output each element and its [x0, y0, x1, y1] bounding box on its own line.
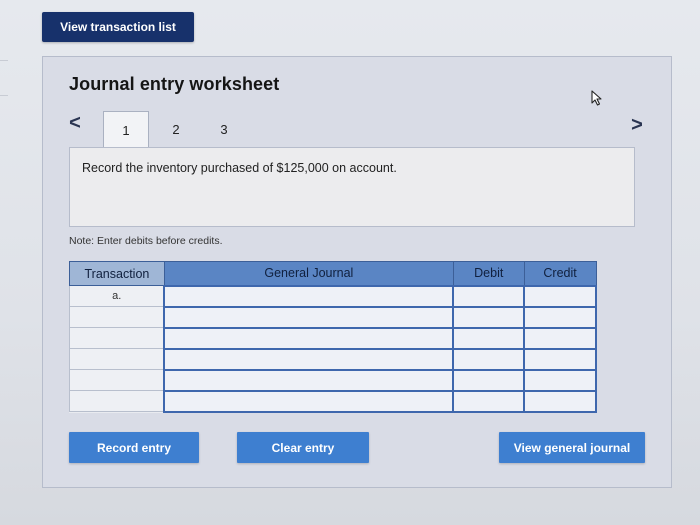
debit-input[interactable] [452, 305, 526, 329]
credit-input[interactable] [523, 284, 597, 308]
table-row [69, 368, 597, 392]
credit-input[interactable] [523, 368, 597, 392]
worksheet-title: Journal entry worksheet [69, 74, 280, 94]
view-transaction-list-button[interactable]: View transaction list [42, 12, 194, 42]
general-journal-input[interactable] [163, 347, 455, 371]
debit-input[interactable] [452, 389, 526, 413]
tab-3[interactable]: 3 [201, 111, 247, 148]
transaction-cell: a. [69, 285, 165, 307]
view-general-journal-button[interactable]: View general journal [499, 432, 645, 463]
transaction-cell [69, 306, 165, 328]
note-text: Note: Enter debits before credits. [69, 235, 223, 247]
journal-entry-table: Transaction General Journal Debit Credit… [69, 261, 597, 413]
instruction-text: Record the inventory purchased of $125,0… [82, 161, 397, 175]
record-entry-button[interactable]: Record entry [69, 432, 199, 463]
debit-input[interactable] [452, 347, 526, 371]
instruction-box: Record the inventory purchased of $125,0… [69, 147, 635, 227]
journal-entry-worksheet-panel: Journal entry worksheet < 1 2 3 > Record… [42, 56, 672, 488]
general-journal-input[interactable] [163, 389, 455, 413]
credit-input[interactable] [523, 389, 597, 413]
debit-input[interactable] [452, 284, 526, 308]
header-general-journal: General Journal [163, 261, 454, 286]
next-step-chevron-icon[interactable]: > [629, 113, 645, 137]
transaction-cell [69, 327, 165, 349]
general-journal-input[interactable] [163, 305, 455, 329]
general-journal-input[interactable] [163, 326, 455, 350]
window-edge-notch [0, 60, 8, 96]
previous-step-chevron-icon[interactable]: < [67, 111, 83, 135]
transaction-cell [69, 348, 165, 370]
table-header-row: Transaction General Journal Debit Credit [69, 261, 597, 286]
credit-input[interactable] [523, 326, 597, 350]
general-journal-input[interactable] [163, 284, 455, 308]
header-debit: Debit [452, 261, 525, 286]
credit-input[interactable] [523, 347, 597, 371]
tab-1[interactable]: 1 [103, 111, 149, 148]
general-journal-input[interactable] [163, 368, 455, 392]
table-row [69, 305, 597, 329]
table-row [69, 326, 597, 350]
transaction-cell [69, 369, 165, 391]
credit-input[interactable] [523, 305, 597, 329]
transaction-cell [69, 390, 165, 412]
table-row [69, 389, 597, 413]
table-row: a. [69, 284, 597, 308]
header-credit: Credit [523, 261, 597, 286]
debit-input[interactable] [452, 368, 526, 392]
tab-2[interactable]: 2 [153, 111, 199, 148]
header-transaction: Transaction [69, 261, 165, 286]
table-row [69, 347, 597, 371]
mouse-pointer-icon [591, 90, 602, 106]
clear-entry-button[interactable]: Clear entry [237, 432, 369, 463]
debit-input[interactable] [452, 326, 526, 350]
